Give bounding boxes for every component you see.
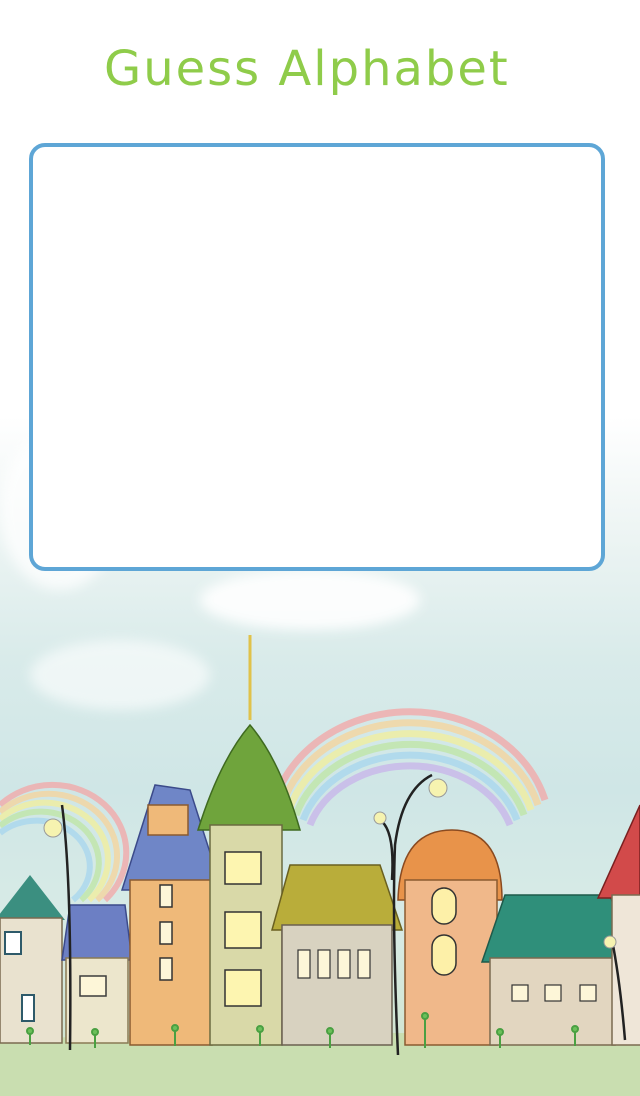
background-scene: Guess Alphabet — [0, 0, 640, 1096]
house-arched-orange — [397, 829, 503, 1046]
house-mustard-roof — [271, 864, 404, 1046]
rainbow-small — [0, 781, 130, 903]
house-teal-roof — [480, 894, 634, 1046]
house-left — [0, 875, 65, 1044]
answer-card[interactable] — [29, 143, 605, 571]
house-blue-roof — [61, 904, 133, 1044]
rainbow-large — [271, 708, 549, 827]
game-title: Guess Alphabet — [104, 41, 510, 97]
town-rainbow-illustration — [0, 635, 640, 1096]
